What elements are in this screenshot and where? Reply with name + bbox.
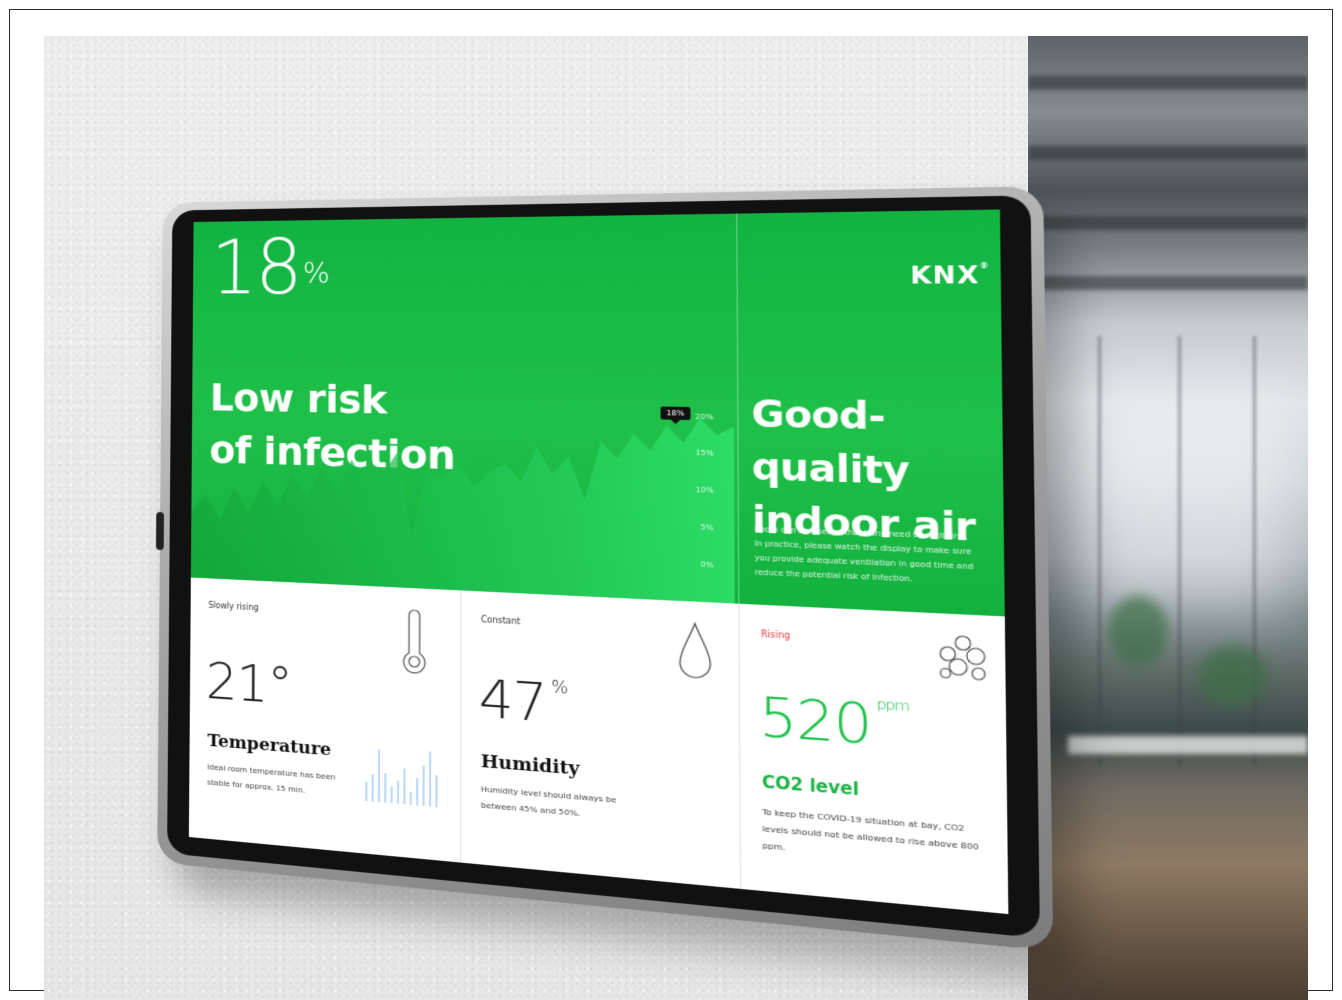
temperature-label: Temperature bbox=[207, 730, 332, 761]
y-tick-label: 5% bbox=[700, 522, 714, 533]
office-background-photo bbox=[1028, 36, 1308, 1000]
infection-risk-panel: 18% Low risk of infection 18% 20% 15% 10… bbox=[190, 209, 1005, 617]
risk-area-series bbox=[190, 408, 735, 604]
thermometer-icon bbox=[400, 608, 428, 677]
humidity-label: Humidity bbox=[480, 750, 580, 781]
sparkline-bars-icon bbox=[362, 742, 447, 808]
air-quality-description: Room can be used without any need to air… bbox=[754, 524, 974, 584]
status-text: Rising bbox=[760, 629, 791, 641]
risk-percentage: 18% bbox=[210, 224, 328, 312]
co2-value: 520 ppm bbox=[758, 684, 909, 758]
knx-logo: KNX® bbox=[910, 261, 990, 291]
co2-label: CO2 level bbox=[761, 771, 860, 800]
temperature-description: Ideal room temperature has been stable f… bbox=[207, 762, 336, 795]
panel-divider bbox=[736, 213, 740, 604]
risk-trend-chart bbox=[190, 408, 735, 604]
wall-display-device: 18% Low risk of infection 18% 20% 15% 10… bbox=[155, 186, 1054, 952]
humidity-card[interactable]: Constant 47% Humidity Humidity level sho… bbox=[460, 590, 742, 889]
co2-description: To keep the COVID-19 situation at bay, C… bbox=[762, 806, 979, 853]
humidity-value: 47% bbox=[478, 667, 567, 735]
current-value-marker: 18% bbox=[660, 406, 691, 421]
y-tick-label: 0% bbox=[700, 560, 714, 570]
co2-card[interactable]: Rising 520 ppm CO2 level To keep the COVI… bbox=[738, 603, 1009, 915]
side-button[interactable] bbox=[155, 511, 165, 551]
status-text: Slowly rising bbox=[208, 600, 259, 613]
temperature-card[interactable]: Slowly rising 21° Temperature Ideal room… bbox=[189, 578, 461, 863]
droplet-icon bbox=[676, 620, 714, 684]
humidity-description: Humidity level should always be between … bbox=[480, 784, 617, 819]
y-tick-label: 15% bbox=[695, 448, 714, 458]
status-text: Constant bbox=[481, 614, 521, 627]
y-tick-label: 10% bbox=[695, 485, 714, 495]
dashboard-screen: 18% Low risk of infection 18% 20% 15% 10… bbox=[188, 209, 1009, 915]
temperature-value: 21° bbox=[205, 651, 293, 717]
bubbles-icon bbox=[935, 631, 992, 687]
y-tick-label: 20% bbox=[695, 412, 714, 422]
